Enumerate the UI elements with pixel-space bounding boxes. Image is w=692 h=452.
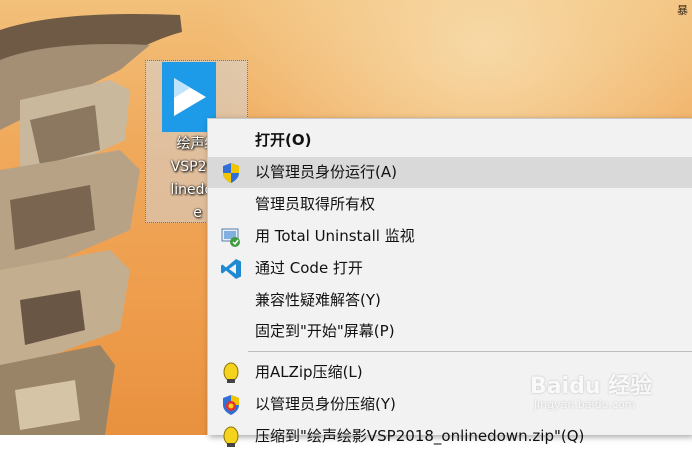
menu-item-label: 用 Total Uninstall 监视 bbox=[255, 227, 415, 245]
menu-item-label: 以管理员身份运行(A) bbox=[255, 163, 397, 181]
menu-item-compat-troubleshoot[interactable]: 兼容性疑难解答(Y) bbox=[208, 285, 692, 316]
menu-separator bbox=[248, 351, 692, 352]
menu-item-label: 兼容性疑难解答(Y) bbox=[255, 291, 381, 309]
menu-item-label: 以管理员身份压缩(Y) bbox=[255, 395, 396, 413]
alzip-icon bbox=[220, 426, 242, 448]
alzip-admin-icon bbox=[220, 394, 242, 416]
menu-item-take-ownership[interactable]: 管理员取得所有权 bbox=[208, 189, 692, 220]
menu-item-label: 打开(O) bbox=[255, 131, 312, 149]
menu-item-label: 用ALZip压缩(L) bbox=[255, 363, 363, 381]
menu-item-total-uninstall[interactable]: 用 Total Uninstall 监视 bbox=[208, 221, 692, 252]
menu-item-label: 固定到"开始"屏幕(P) bbox=[255, 322, 395, 340]
watermark-text: Baidu 经验 bbox=[530, 374, 653, 399]
corner-text: 暴 bbox=[677, 4, 688, 17]
menu-item-compress-to-zip[interactable]: 压缩到"绘声绘影VSP2018_onlinedown.zip"(Q) bbox=[208, 421, 692, 452]
menu-item-pin-to-start[interactable]: 固定到"开始"屏幕(P) bbox=[208, 316, 692, 347]
alzip-icon bbox=[220, 362, 242, 384]
menu-item-open-with-code[interactable]: 通过 Code 打开 bbox=[208, 253, 692, 284]
total-uninstall-icon bbox=[220, 226, 242, 248]
vscode-icon bbox=[220, 258, 242, 280]
menu-item-label: 管理员取得所有权 bbox=[255, 195, 376, 213]
menu-item-open[interactable]: 打开(O) bbox=[208, 125, 692, 156]
menu-item-run-as-admin[interactable]: 以管理员身份运行(A) bbox=[208, 157, 692, 188]
menu-item-label: 压缩到"绘声绘影VSP2018_onlinedown.zip"(Q) bbox=[255, 427, 585, 445]
watermark-subtext: jingyan.baidu.com bbox=[534, 398, 636, 411]
menu-item-label: 通过 Code 打开 bbox=[255, 259, 363, 277]
uac-shield-icon bbox=[220, 162, 242, 184]
baidu-watermark: Baidu 经验 jingyan.baidu.com bbox=[530, 368, 680, 418]
